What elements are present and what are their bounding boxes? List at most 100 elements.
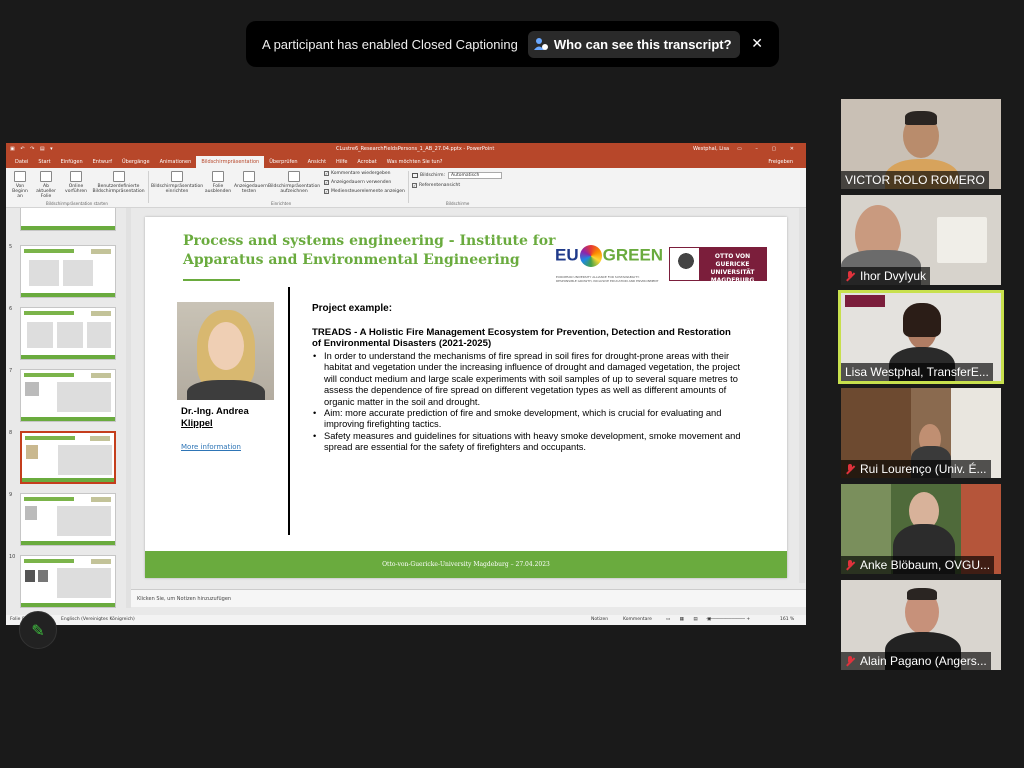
ribbon-tabs: Datei Start Einfügen Entwurf Übergänge A… <box>6 154 806 168</box>
slideshow-current-icon <box>40 171 52 182</box>
present-online-button[interactable]: Online vorführen <box>63 171 89 194</box>
project-bullets: In order to understand the mechanisms of… <box>312 351 744 454</box>
slide-footer: Otto-von-Guericke-University Magdeburg –… <box>145 551 787 578</box>
notes-toggle[interactable]: Notizen <box>591 617 608 622</box>
slide-canvas[interactable]: Process and systems engineering - Instit… <box>145 217 787 578</box>
flower-icon <box>579 245 602 267</box>
custom-show-icon <box>112 171 125 182</box>
tab-animationen[interactable]: Animationen <box>155 159 197 168</box>
slide-thumbnail[interactable] <box>20 245 116 298</box>
from-current-button[interactable]: Ab aktueller Folie <box>33 171 59 199</box>
tab-datei[interactable]: Datei <box>10 159 33 168</box>
tab-einfuegen[interactable]: Einfügen <box>56 159 88 168</box>
tab-entwurf[interactable]: Entwurf <box>88 159 117 168</box>
tab-bildschirmpraesentation[interactable]: Bildschirmpräsentation <box>196 156 265 168</box>
participant-tile[interactable]: Anke Blöbaum, OVGU... <box>841 484 1001 574</box>
ribbon-separator <box>148 171 149 203</box>
thumbnail-number: 9 <box>9 492 13 498</box>
monitor-icon <box>412 173 418 178</box>
rehearse-timings-button[interactable]: Anzeigedauern testen <box>234 171 268 194</box>
from-start-button[interactable]: Von Beginn an <box>9 171 31 199</box>
participant-tile[interactable]: Ihor Dvylyuk <box>841 195 1001 285</box>
participant-tile[interactable]: Rui Lourenço (Univ. É... <box>841 388 1001 478</box>
comments-toggle[interactable]: Kommentare <box>623 617 652 622</box>
ribbon-separator <box>408 171 409 203</box>
slide-thumbnails-pane: 5 6 7 8 9 10 <box>6 208 131 615</box>
thumbnail-number: 8 <box>9 430 13 436</box>
transcript-visibility-label: Who can see this transcript? <box>553 36 732 52</box>
more-information-link[interactable]: More information <box>181 443 241 451</box>
slide-thumbnail-selected[interactable] <box>20 431 116 484</box>
timer-icon <box>243 171 255 182</box>
media-controls-checkbox[interactable]: ✓ Mediensteuerelemente anzeigen <box>324 189 405 194</box>
participant-name: VICTOR ROLO ROMERO <box>841 171 989 189</box>
tell-me-search[interactable]: Was möchten Sie tun? <box>382 159 448 168</box>
participant-tile-active-speaker[interactable]: Lisa Westphal, TransferE... <box>838 290 1004 384</box>
setup-icon <box>171 171 183 182</box>
document-title: CLustre6_ResearchFieldsPersons_1_AB_27.0… <box>336 145 495 152</box>
hide-slide-icon <box>212 171 224 182</box>
group-monitors-label: Bildschirme <box>446 201 470 206</box>
tab-uebergaenge[interactable]: Übergänge <box>117 159 155 168</box>
thumbnail-number: 7 <box>9 368 13 374</box>
timings-checkbox[interactable]: ✓ Anzeigedauern verwenden <box>324 180 391 185</box>
thumbnail-number: 10 <box>9 554 16 560</box>
muted-mic-icon <box>845 270 856 282</box>
transcript-visibility-button[interactable]: Who can see this transcript? <box>527 30 740 58</box>
ribbon: Von Beginn an Ab aktueller Folie Online … <box>6 168 806 208</box>
zoom-level[interactable]: 161 % <box>780 617 794 622</box>
tab-acrobat[interactable]: Acrobat <box>352 159 381 168</box>
notes-pane[interactable]: Klicken Sie, um Notizen hinzuzufügen <box>131 589 806 607</box>
slide-thumbnail[interactable] <box>20 369 116 422</box>
window-controls[interactable]: ▭ – ▢ ✕ <box>737 146 800 152</box>
zoom-slider[interactable]: – ───────────── + <box>706 617 750 622</box>
language-status[interactable]: Englisch (Vereinigtes Königreich) <box>61 617 135 622</box>
tab-ansicht[interactable]: Ansicht <box>303 159 331 168</box>
hide-slide-button[interactable]: Folie ausblenden <box>203 171 233 194</box>
caption-notification: A participant has enabled Closed Caption… <box>246 21 779 67</box>
tab-start[interactable]: Start <box>33 159 55 168</box>
thumbnail-number: 6 <box>9 306 13 312</box>
participant-tile[interactable]: Alain Pagano (Angers... <box>841 580 1001 670</box>
bullet-item: Safety measures and guidelines for situa… <box>312 431 744 454</box>
user-name[interactable]: Westphal, Lisa <box>693 146 729 152</box>
ovgu-logo: OTTO VON GUERICKE UNIVERSITÄT MAGDEBURG <box>669 247 767 284</box>
participant-name: Anke Blöbaum, OVGU... <box>841 556 995 574</box>
record-icon <box>288 171 300 182</box>
slide-thumbnail[interactable] <box>20 493 116 546</box>
status-bar: Folie 8 von 13 Englisch (Vereinigtes Kön… <box>6 615 806 625</box>
muted-mic-icon <box>845 655 856 667</box>
thumbnails-scrollbar[interactable] <box>126 208 131 608</box>
notification-message: A participant has enabled Closed Caption… <box>262 36 518 52</box>
people-icon <box>533 37 548 51</box>
checkmark-icon: ✓ <box>324 189 329 194</box>
comments-checkbox[interactable]: ✓ Kommentare wiedergeben <box>324 171 391 176</box>
custom-slideshow-button[interactable]: Benutzerdefinierte Bildschirmpräsentatio… <box>91 171 146 194</box>
project-label: Project example: <box>312 303 393 314</box>
powerpoint-window: ▣ ↶ ↷ ▤ ▾ CLustre6_ResearchFieldsPersons… <box>6 143 806 625</box>
slide-thumbnail[interactable] <box>20 555 116 608</box>
setup-slideshow-button[interactable]: Bildschirmpräsentation einrichten <box>151 171 203 194</box>
group-start-label: Bildschirmpräsentation starten <box>46 201 108 206</box>
slide-scrollbar[interactable] <box>799 208 805 583</box>
quick-access-toolbar[interactable]: ▣ ↶ ↷ ▤ ▾ <box>10 146 55 152</box>
share-button[interactable]: Freigeben <box>763 159 798 168</box>
presenter-view-checkbox[interactable]: ✓ Referentenansicht <box>412 183 460 188</box>
title-underline <box>183 279 240 281</box>
participant-name: Ihor Dvylyuk <box>841 267 931 285</box>
checkmark-icon: ✓ <box>324 180 329 185</box>
eu-green-logo: EU GREEN <box>555 245 663 267</box>
muted-mic-icon <box>845 559 856 571</box>
annotate-pencil-icon[interactable]: ✎ <box>19 611 57 649</box>
slideshow-icon <box>14 171 26 182</box>
tab-hilfe[interactable]: Hilfe <box>331 159 352 168</box>
slide-thumbnail[interactable] <box>20 307 116 360</box>
tab-ueberpruefen[interactable]: Überprüfen <box>264 159 302 168</box>
participant-name: Lisa Westphal, TransferE... <box>841 363 993 381</box>
slide-thumbnail-partial[interactable] <box>20 208 116 231</box>
record-slideshow-button[interactable]: Bildschirmpräsentation aufzeichnen <box>266 171 322 194</box>
close-icon[interactable]: ✕ <box>751 36 763 52</box>
monitor-select[interactable]: Bildschirm: Automatisch <box>412 172 503 179</box>
participant-tile[interactable]: VICTOR ROLO ROMERO <box>841 99 1001 189</box>
checkmark-icon: ✓ <box>412 183 417 188</box>
